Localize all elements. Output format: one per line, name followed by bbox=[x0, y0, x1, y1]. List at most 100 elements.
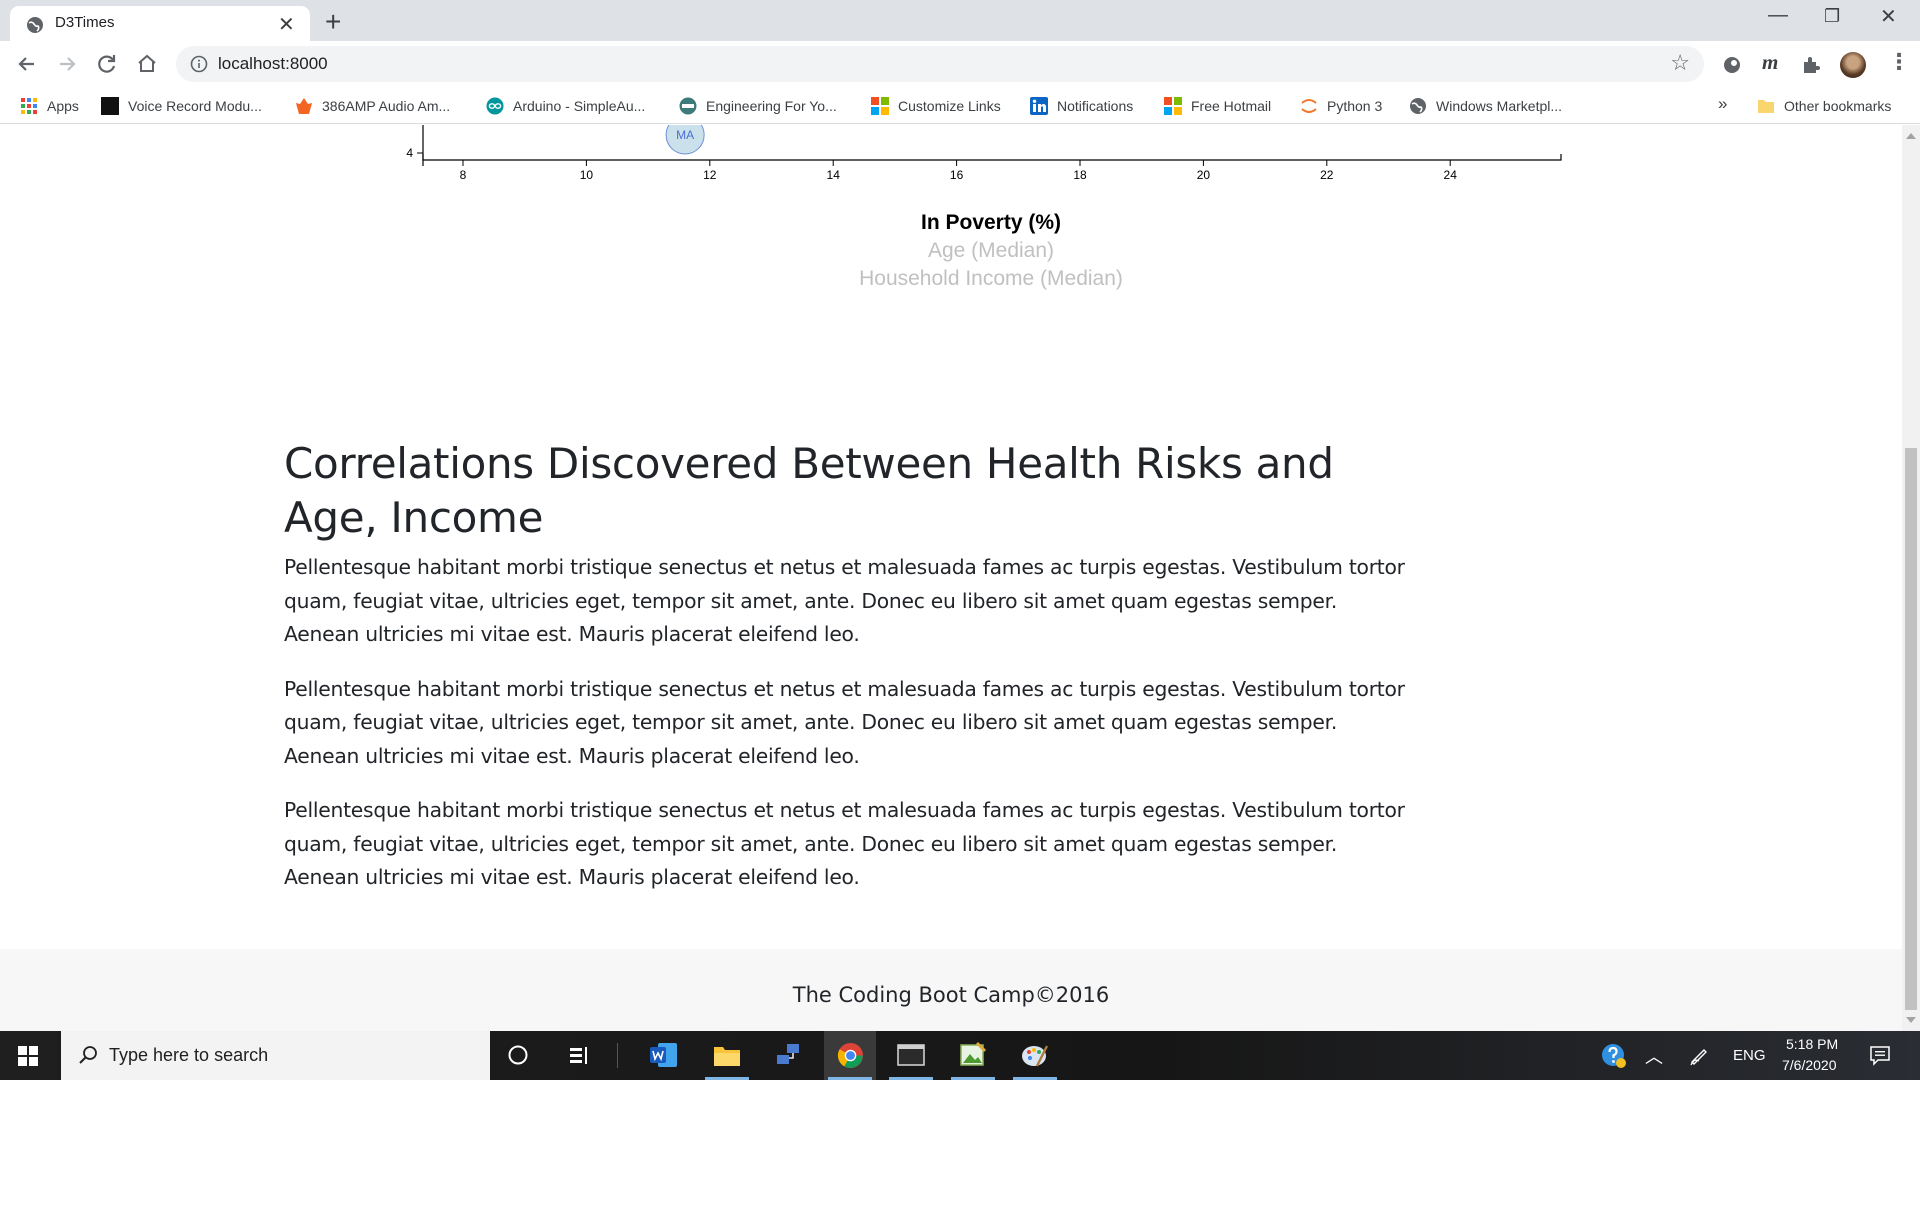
word-icon bbox=[650, 1043, 677, 1067]
bookmark-386amp[interactable]: 386AMP Audio Am... bbox=[295, 96, 450, 116]
puzzle-icon[interactable] bbox=[1800, 54, 1822, 76]
language-indicator[interactable]: ENG bbox=[1733, 1047, 1766, 1064]
apps-grid-icon bbox=[21, 98, 37, 114]
browser-title-bar: D3Times ✕ + — ❐ ✕ bbox=[0, 0, 1920, 41]
avatar[interactable] bbox=[1840, 52, 1866, 78]
notifications-icon[interactable] bbox=[1869, 1044, 1891, 1066]
bookmark-free-hotmail[interactable]: Free Hotmail bbox=[1164, 96, 1271, 116]
footer-text: The Coding Boot Camp©2016 bbox=[792, 983, 1110, 1007]
minimize-button[interactable]: — bbox=[1768, 4, 1788, 27]
extension-circle-icon[interactable] bbox=[1722, 55, 1742, 75]
x-tick-label: 24 bbox=[1444, 168, 1458, 182]
folder-icon bbox=[1758, 100, 1774, 113]
tray-chevron-up-icon[interactable]: ︿ bbox=[1645, 1043, 1663, 1069]
x-tick-label: 18 bbox=[1073, 168, 1087, 182]
x-tick-label: 10 bbox=[580, 168, 594, 182]
x-tick-label: 22 bbox=[1320, 168, 1334, 182]
menu-dots-icon[interactable]: ⋮ bbox=[1888, 50, 1910, 75]
flame-icon bbox=[296, 98, 312, 114]
pen-icon[interactable] bbox=[1688, 1044, 1710, 1066]
browser-toolbar: localhost:8000 ☆ m ⋮ bbox=[0, 41, 1920, 88]
bookmark-voice-record[interactable]: Voice Record Modu... bbox=[101, 96, 262, 116]
file-explorer-app[interactable] bbox=[701, 1031, 753, 1080]
clock-time[interactable]: 5:18 PM bbox=[1786, 1036, 1838, 1052]
x-axis-label-option[interactable]: Age (Median) bbox=[928, 239, 1054, 262]
m-extension-icon[interactable]: m bbox=[1762, 50, 1778, 75]
scatter-chart: 8 10 12 14 16 18 20 22 24 4 MA In Poverty (%) Age… bbox=[406, 125, 1562, 290]
bookmark-arduino[interactable]: Arduino - SimpleAu... bbox=[486, 96, 645, 116]
new-tab-button[interactable]: + bbox=[325, 6, 341, 38]
image-editor-icon bbox=[960, 1041, 987, 1066]
microsoft-icon bbox=[871, 97, 889, 115]
x-tick-label: 12 bbox=[703, 168, 717, 182]
chrome-icon bbox=[837, 1042, 864, 1069]
paint-app[interactable] bbox=[1009, 1031, 1061, 1080]
x-axis-label-group: In Poverty (%) Age (Median) Household Inco… bbox=[859, 211, 1123, 290]
terminal-app[interactable] bbox=[885, 1031, 937, 1080]
x-tick-label: 8 bbox=[460, 168, 467, 182]
linkedin-icon bbox=[1030, 97, 1048, 115]
tab-close-icon[interactable]: ✕ bbox=[278, 12, 295, 36]
jupyter-icon bbox=[1301, 99, 1317, 113]
taskbar-search-box[interactable]: Type here to search bbox=[61, 1031, 490, 1080]
search-icon bbox=[79, 1046, 97, 1064]
microsoft-icon bbox=[1164, 97, 1182, 115]
bookmark-apps[interactable]: Apps bbox=[20, 96, 79, 116]
chrome-app[interactable] bbox=[824, 1031, 876, 1080]
article-paragraph: Pellentesque habitant morbi tristique se… bbox=[284, 555, 1405, 646]
other-bookmarks-folder[interactable]: Other bookmarks bbox=[1757, 96, 1891, 116]
windows-start-icon[interactable] bbox=[18, 1046, 38, 1066]
window-close-button[interactable]: ✕ bbox=[1880, 4, 1897, 29]
network-app[interactable] bbox=[762, 1031, 814, 1080]
image-editor-app[interactable] bbox=[947, 1031, 999, 1080]
word-app[interactable] bbox=[638, 1031, 690, 1080]
scroll-down-arrow-icon[interactable] bbox=[1906, 1017, 1916, 1023]
bookmark-label: Customize Links bbox=[898, 98, 1001, 114]
bookmark-notifications[interactable]: Notifications bbox=[1030, 96, 1133, 116]
bookmark-label: 386AMP Audio Am... bbox=[322, 98, 451, 114]
article-paragraph: Pellentesque habitant morbi tristique se… bbox=[284, 798, 1405, 889]
article-paragraph: Pellentesque habitant morbi tristique se… bbox=[284, 676, 1405, 768]
help-icon[interactable] bbox=[1601, 1043, 1627, 1069]
bookmark-customize-links[interactable]: Customize Links bbox=[871, 96, 1001, 116]
chip-icon bbox=[101, 97, 119, 115]
forward-arrow-icon[interactable] bbox=[54, 51, 80, 77]
cortana-icon[interactable] bbox=[507, 1044, 529, 1066]
back-arrow-icon[interactable] bbox=[14, 51, 40, 77]
x-tick-label: 14 bbox=[827, 168, 841, 182]
bookmark-star-icon[interactable]: ☆ bbox=[1670, 51, 1690, 76]
x-axis-label-option[interactable]: Household Income (Median) bbox=[859, 267, 1123, 290]
taskbar-divider bbox=[617, 1043, 618, 1068]
windows-taskbar: Type here to search ︿ ENG 5:18 PM 7/6/20… bbox=[0, 1031, 1920, 1080]
scroll-up-arrow-icon[interactable] bbox=[1906, 133, 1916, 139]
task-view-icon[interactable] bbox=[568, 1044, 590, 1066]
page-viewport: 8 10 12 14 16 18 20 22 24 4 MA In Poverty (%) Age… bbox=[0, 125, 1902, 1031]
scrollbar-thumb[interactable] bbox=[1905, 448, 1917, 1010]
bookmark-windows-marketplace[interactable]: Windows Marketpl... bbox=[1409, 96, 1562, 116]
info-icon[interactable] bbox=[190, 55, 208, 73]
article: Correlations Discovered Between Health R… bbox=[284, 437, 1414, 895]
x-axis-label-option[interactable]: In Poverty (%) bbox=[921, 211, 1061, 234]
clock-date[interactable]: 7/6/2020 bbox=[1782, 1057, 1837, 1073]
arduino-icon bbox=[486, 97, 504, 115]
bookmark-label: Notifications bbox=[1057, 98, 1134, 114]
x-tick-label: 20 bbox=[1197, 168, 1211, 182]
globe-icon bbox=[27, 17, 43, 33]
bookmark-python3[interactable]: Python 3 bbox=[1300, 96, 1382, 116]
browser-tab[interactable]: D3Times ✕ bbox=[10, 6, 310, 41]
tab-title: D3Times bbox=[55, 14, 115, 31]
paint-icon bbox=[1022, 1045, 1049, 1067]
bookmark-label: Free Hotmail bbox=[1191, 98, 1272, 114]
restore-button[interactable]: ❐ bbox=[1824, 6, 1840, 27]
home-icon[interactable] bbox=[134, 51, 160, 77]
network-icon bbox=[777, 1044, 799, 1064]
data-points: MA bbox=[665, 125, 705, 155]
reload-icon[interactable] bbox=[94, 51, 120, 77]
vertical-scrollbar[interactable] bbox=[1902, 125, 1920, 1031]
url-text[interactable]: localhost:8000 bbox=[218, 54, 328, 74]
address-bar[interactable]: localhost:8000 ☆ bbox=[176, 46, 1704, 82]
bookmark-label: Engineering For Yo... bbox=[706, 98, 837, 114]
bookmarks-overflow-button[interactable]: » bbox=[1718, 94, 1727, 114]
bookmark-label: Arduino - SimpleAu... bbox=[513, 98, 646, 114]
bookmark-engineering[interactable]: Engineering For Yo... bbox=[679, 96, 837, 116]
